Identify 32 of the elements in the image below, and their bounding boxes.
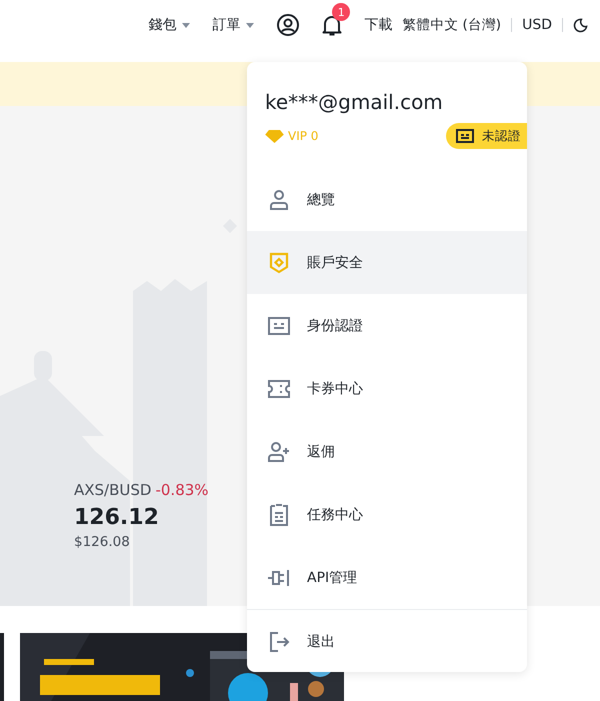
moon-icon[interactable] (573, 18, 588, 32)
notification-count: 1 (332, 3, 350, 21)
header-link[interactable]: 繁體中文 (台灣) (402, 16, 502, 34)
logout-icon (267, 630, 291, 654)
menu-item[interactable]: 返佣 (247, 420, 527, 483)
menu-item[interactable]: 身份認證 (247, 294, 527, 357)
menu-item[interactable]: 賬戶安全 (247, 231, 527, 294)
account-email: ke***@gmail.com (264, 89, 444, 114)
menu-item[interactable]: 總覽 (247, 168, 527, 231)
menu-item[interactable]: 卡券中心 (247, 357, 527, 420)
price-change: -0.83% (155, 481, 209, 499)
pair-name: AXS/BUSD (74, 481, 152, 499)
nav-menu[interactable]: 訂單 (212, 16, 254, 34)
header-link[interactable]: USD (522, 17, 552, 33)
nav-menu[interactable]: 錢包 (148, 16, 190, 34)
clipboard-icon (267, 502, 291, 526)
caret-icon (182, 22, 190, 28)
menu-item[interactable]: 任務中心 (247, 483, 527, 546)
id-card-icon (456, 129, 474, 143)
user-icon[interactable] (276, 13, 300, 37)
shield-icon (267, 250, 291, 274)
header-link[interactable]: 下載 (364, 16, 392, 34)
vip-level: VIP 0 (288, 129, 318, 143)
add-person-icon (267, 440, 291, 464)
caret-icon (246, 22, 254, 28)
logout-item[interactable]: 退出 (247, 610, 527, 672)
diamond-icon (265, 130, 284, 142)
verify-badge[interactable]: 未認證 (446, 123, 527, 149)
person-icon (267, 188, 291, 212)
price: 126.12 (74, 505, 160, 530)
menu-item[interactable]: API管理 (247, 546, 527, 609)
usd-price: $126.08 (74, 534, 131, 550)
